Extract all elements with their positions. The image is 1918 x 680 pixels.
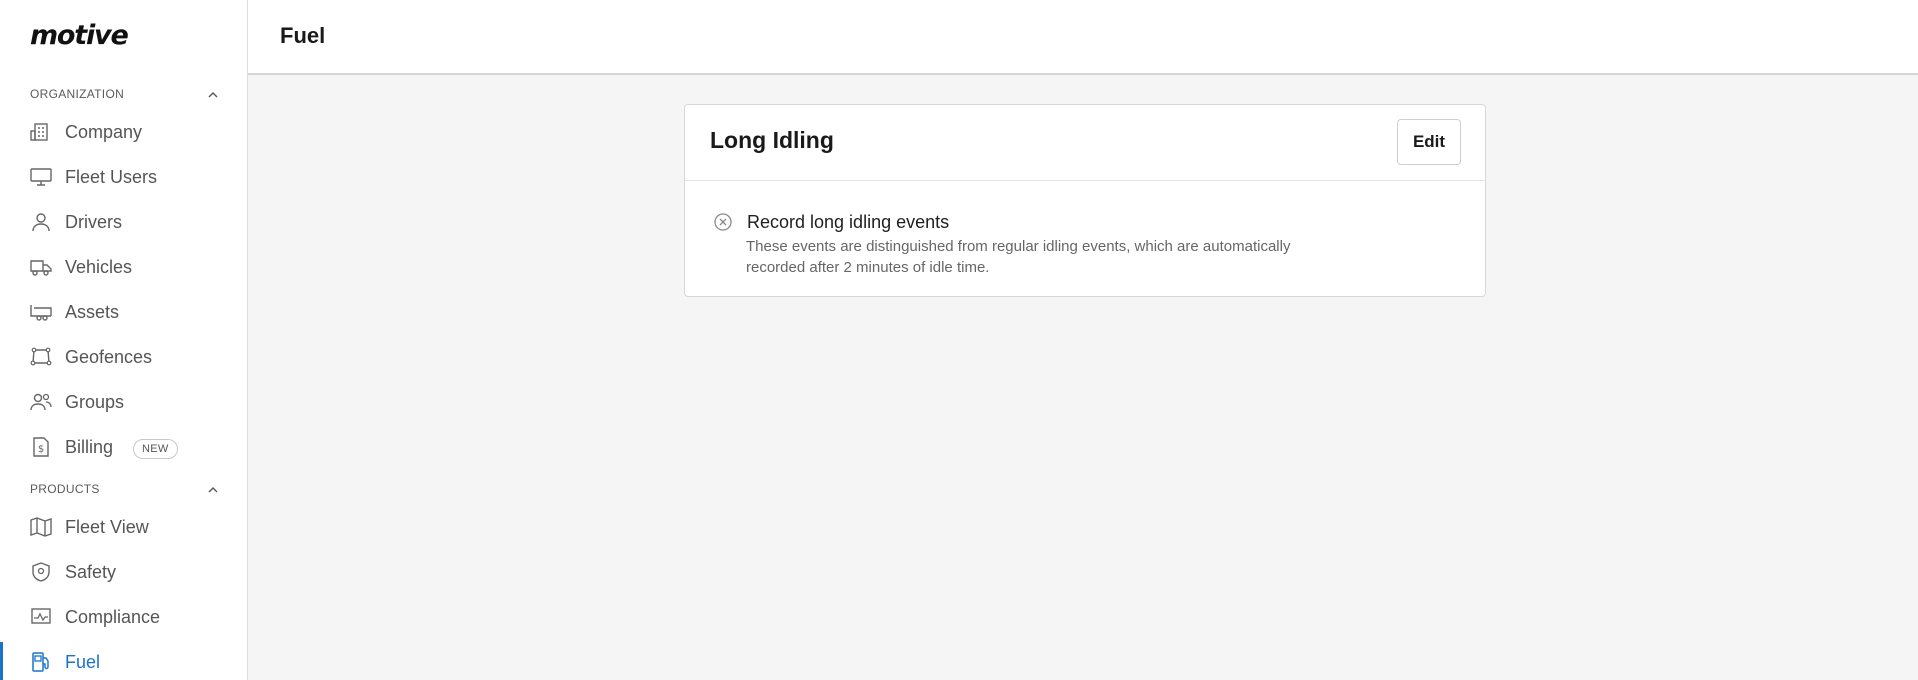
sidebar-item-label: Fleet View — [65, 517, 149, 537]
sidebar-item-geofences[interactable]: Geofences — [0, 337, 247, 377]
sidebar-item-assets[interactable]: Assets — [0, 292, 247, 332]
sidebar-item-label: Geofences — [65, 347, 153, 367]
fuel-pump-icon — [30, 652, 52, 672]
card-title: Long Idling — [710, 127, 834, 153]
chevron-up-icon — [206, 483, 220, 497]
sidebar-item-label: Groups — [65, 392, 125, 412]
svg-text:$: $ — [38, 444, 44, 455]
truck-icon — [30, 257, 52, 277]
sidebar-item-label: Compliance — [65, 607, 161, 627]
sidebar-item-label: Billing — [65, 437, 114, 457]
sidebar-item-fuel[interactable]: Fuel — [0, 642, 247, 680]
disabled-x-circle-icon — [714, 213, 732, 231]
sidebar-item-billing[interactable]: $ Billing NEW — [0, 427, 247, 467]
section-header-organization[interactable]: ORGANIZATION — [30, 87, 220, 105]
shield-icon — [30, 562, 52, 582]
sidebar-item-compliance[interactable]: Compliance — [0, 597, 247, 637]
sidebar-item-groups[interactable]: Groups — [0, 382, 247, 422]
geofence-icon — [30, 347, 52, 367]
page-header: Fuel — [248, 0, 1918, 75]
setting-label: Record long idling events — [747, 212, 950, 232]
sidebar-item-label: Company — [65, 122, 143, 142]
setting-description: These events are distinguished from regu… — [746, 238, 1291, 276]
card-header: Long Idling Edit — [685, 105, 1485, 181]
chevron-up-icon — [206, 88, 220, 102]
sidebar-item-label: Fleet Users — [65, 167, 158, 187]
compliance-icon — [30, 607, 52, 627]
map-icon — [30, 517, 52, 537]
sidebar-item-label: Fuel — [65, 652, 101, 672]
sidebar: motive ORGANIZATION Company Fleet Users … — [0, 0, 248, 680]
sidebar-item-drivers[interactable]: Drivers — [0, 202, 247, 242]
app-window: motive ORGANIZATION Company Fleet Users … — [0, 0, 1918, 680]
edit-button[interactable]: Edit — [1397, 119, 1461, 165]
sidebar-item-fleet-view[interactable]: Fleet View — [0, 507, 247, 547]
trailer-icon — [30, 302, 52, 322]
building-icon — [30, 122, 52, 142]
billing-icon: $ — [30, 437, 52, 457]
section-header-products[interactable]: PRODUCTS — [30, 482, 220, 500]
sidebar-item-label: Vehicles — [65, 257, 133, 277]
sidebar-item-label: Assets — [65, 302, 120, 322]
section-label: PRODUCTS — [30, 482, 100, 496]
section-label: ORGANIZATION — [30, 87, 125, 101]
long-idling-card: Long Idling Edit Record long idling even… — [684, 104, 1486, 297]
active-indicator — [0, 642, 3, 680]
sidebar-item-label: Safety — [65, 562, 117, 582]
motive-logo[interactable]: motive — [30, 20, 129, 51]
sidebar-item-fleet-users[interactable]: Fleet Users — [0, 157, 247, 197]
person-icon — [30, 212, 52, 232]
sidebar-item-company[interactable]: Company — [0, 112, 247, 152]
sidebar-item-safety[interactable]: Safety — [0, 552, 247, 592]
sidebar-item-vehicles[interactable]: Vehicles — [0, 247, 247, 287]
sidebar-item-label: Drivers — [65, 212, 122, 232]
page-title: Fuel — [280, 23, 326, 48]
monitor-icon — [30, 167, 52, 187]
new-badge: NEW — [133, 439, 178, 459]
group-icon — [30, 392, 52, 412]
